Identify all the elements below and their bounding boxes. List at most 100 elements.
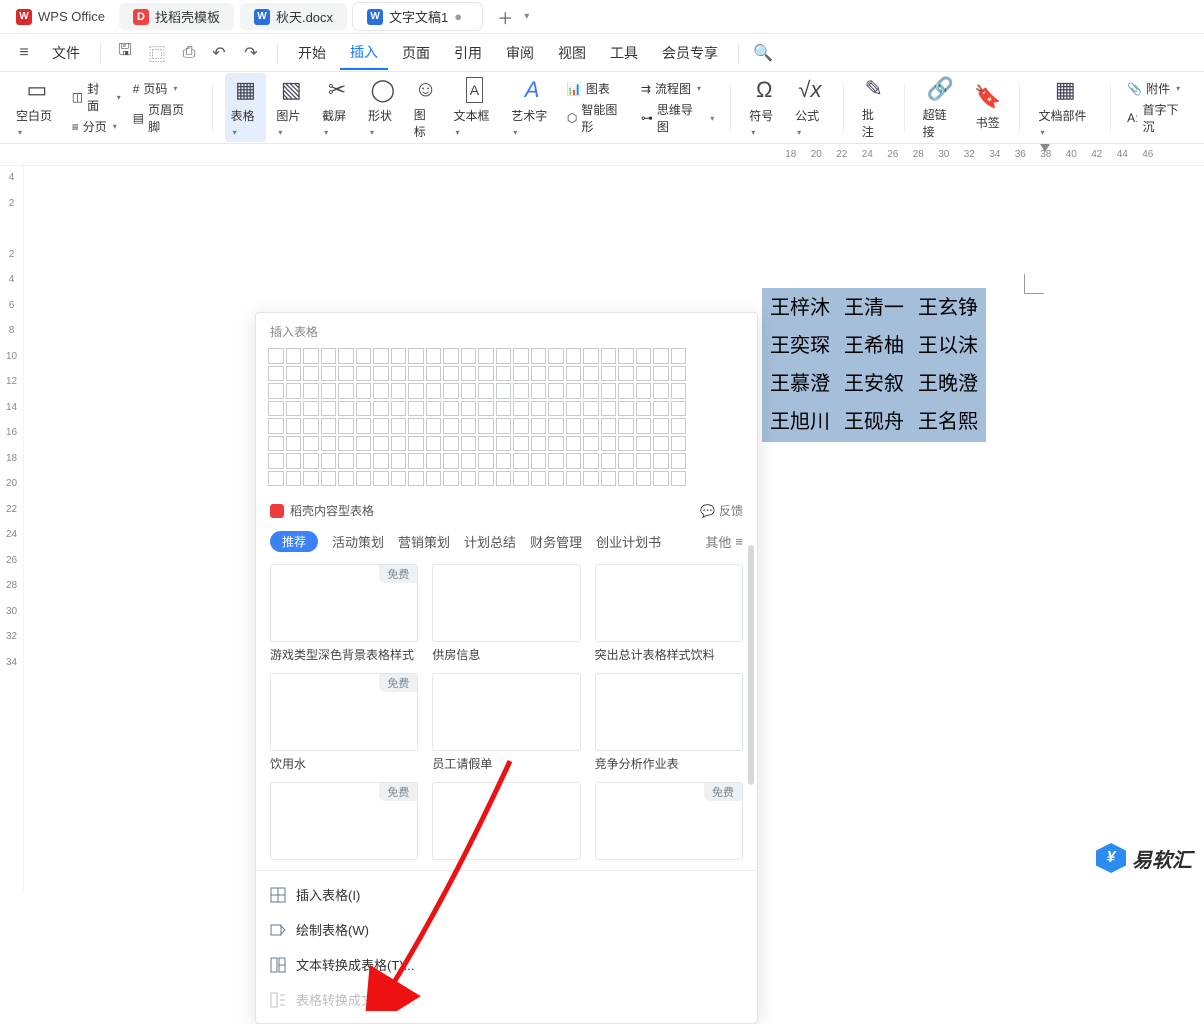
grid-cell[interactable] <box>338 453 354 469</box>
grid-cell[interactable] <box>618 401 634 417</box>
grid-cell[interactable] <box>496 348 512 364</box>
grid-cell[interactable] <box>268 383 284 399</box>
chart-button[interactable]: 📊图表 <box>567 80 629 97</box>
grid-cell[interactable] <box>338 436 354 452</box>
comment-button[interactable]: ✎批注 <box>856 72 892 144</box>
grid-cell[interactable] <box>653 366 669 382</box>
grid-cell[interactable] <box>636 436 652 452</box>
grid-cell[interactable] <box>426 418 442 434</box>
grid-cell[interactable] <box>268 436 284 452</box>
grid-cell[interactable] <box>391 471 407 487</box>
grid-cell[interactable] <box>601 348 617 364</box>
grid-cell[interactable] <box>443 471 459 487</box>
grid-cell[interactable] <box>653 418 669 434</box>
grid-cell[interactable] <box>408 418 424 434</box>
blank-page-button[interactable]: ▭空白页 <box>10 73 64 142</box>
grid-cell[interactable] <box>426 366 442 382</box>
grid-cell[interactable] <box>391 366 407 382</box>
grid-cell[interactable] <box>548 436 564 452</box>
grid-cell[interactable] <box>601 453 617 469</box>
icon-button[interactable]: ☺图标 <box>408 72 444 144</box>
grid-cell[interactable] <box>408 471 424 487</box>
grid-cell[interactable] <box>583 383 599 399</box>
grid-cell[interactable] <box>286 471 302 487</box>
grid-cell[interactable] <box>426 401 442 417</box>
menu-item-2[interactable]: 页面 <box>392 36 440 70</box>
grid-cell[interactable] <box>636 418 652 434</box>
grid-cell[interactable] <box>303 471 319 487</box>
menu-item-1[interactable]: 插入 <box>340 36 388 70</box>
grid-cell[interactable] <box>338 418 354 434</box>
grid-cell[interactable] <box>566 401 582 417</box>
grid-cell[interactable] <box>601 383 617 399</box>
grid-cell[interactable] <box>408 348 424 364</box>
grid-cell[interactable] <box>671 348 687 364</box>
grid-cell[interactable] <box>671 436 687 452</box>
grid-cell[interactable] <box>513 418 529 434</box>
grid-cell[interactable] <box>373 471 389 487</box>
grid-cell[interactable] <box>548 366 564 382</box>
grid-cell[interactable] <box>303 401 319 417</box>
selected-text-block[interactable]: 王梓沐王清一王玄铮王奕琛王希柚王以沫王慕澄王安叙王晚澄王旭川王砚舟王名熙 <box>762 288 986 442</box>
grid-cell[interactable] <box>356 418 372 434</box>
grid-cell[interactable] <box>338 366 354 382</box>
menu-item-6[interactable]: 工具 <box>600 36 648 70</box>
grid-cell[interactable] <box>356 383 372 399</box>
tab-autumn-doc[interactable]: W 秋天.docx <box>240 3 347 30</box>
grid-cell[interactable] <box>496 436 512 452</box>
print-icon[interactable]: ⎙ <box>175 39 203 67</box>
grid-cell[interactable] <box>583 453 599 469</box>
grid-cell[interactable] <box>321 436 337 452</box>
grid-cell[interactable] <box>286 401 302 417</box>
grid-cell[interactable] <box>461 401 477 417</box>
docparts-button[interactable]: ▦文档部件 <box>1032 73 1098 142</box>
flowchart-button[interactable]: ⇉流程图 <box>641 80 714 97</box>
page-number-button[interactable]: #页码 <box>133 80 196 97</box>
formula-button[interactable]: √x公式 <box>789 73 831 142</box>
close-tab-icon[interactable]: ● <box>454 9 468 24</box>
grid-cell[interactable] <box>618 436 634 452</box>
grid-cell[interactable] <box>268 348 284 364</box>
tab-overflow-icon[interactable]: ▾ <box>524 11 529 22</box>
bookmark-button[interactable]: 🔖书签 <box>968 80 1007 135</box>
grid-cell[interactable] <box>286 436 302 452</box>
grid-cell[interactable] <box>583 471 599 487</box>
category-chip-recommended[interactable]: 推荐 <box>270 531 318 552</box>
grid-cell[interactable] <box>653 383 669 399</box>
grid-cell[interactable] <box>478 401 494 417</box>
grid-cell[interactable] <box>566 348 582 364</box>
tab-docker-templates[interactable]: D 找稻壳模板 <box>119 3 234 30</box>
feedback-link[interactable]: 💬反馈 <box>700 502 743 519</box>
grid-cell[interactable] <box>426 383 442 399</box>
grid-cell[interactable] <box>356 453 372 469</box>
header-footer-button[interactable]: ▤页眉页脚 <box>133 101 196 135</box>
picture-button[interactable]: ▧图片 <box>270 73 312 142</box>
grid-cell[interactable] <box>373 401 389 417</box>
grid-cell[interactable] <box>478 453 494 469</box>
grid-cell[interactable] <box>513 401 529 417</box>
grid-cell[interactable] <box>443 453 459 469</box>
grid-cell[interactable] <box>268 366 284 382</box>
grid-cell[interactable] <box>391 453 407 469</box>
grid-cell[interactable] <box>618 383 634 399</box>
grid-cell[interactable] <box>356 348 372 364</box>
grid-cell[interactable] <box>531 436 547 452</box>
dropcap-button[interactable]: Aː首字下沉 <box>1127 101 1190 135</box>
grid-cell[interactable] <box>478 383 494 399</box>
grid-cell[interactable] <box>601 471 617 487</box>
menu-item-7[interactable]: 会员专享 <box>652 36 728 70</box>
template-card[interactable]: 免费饮用水 <box>270 673 418 772</box>
grid-cell[interactable] <box>636 348 652 364</box>
grid-cell[interactable] <box>426 348 442 364</box>
grid-cell[interactable] <box>496 471 512 487</box>
grid-cell[interactable] <box>391 436 407 452</box>
template-card[interactable]: 免费 <box>595 782 743 860</box>
grid-cell[interactable] <box>461 383 477 399</box>
template-card[interactable]: 员工请假单 <box>432 673 580 772</box>
grid-cell[interactable] <box>513 471 529 487</box>
grid-cell[interactable] <box>286 366 302 382</box>
grid-cell[interactable] <box>321 383 337 399</box>
grid-cell[interactable] <box>548 471 564 487</box>
grid-cell[interactable] <box>671 401 687 417</box>
grid-cell[interactable] <box>443 383 459 399</box>
